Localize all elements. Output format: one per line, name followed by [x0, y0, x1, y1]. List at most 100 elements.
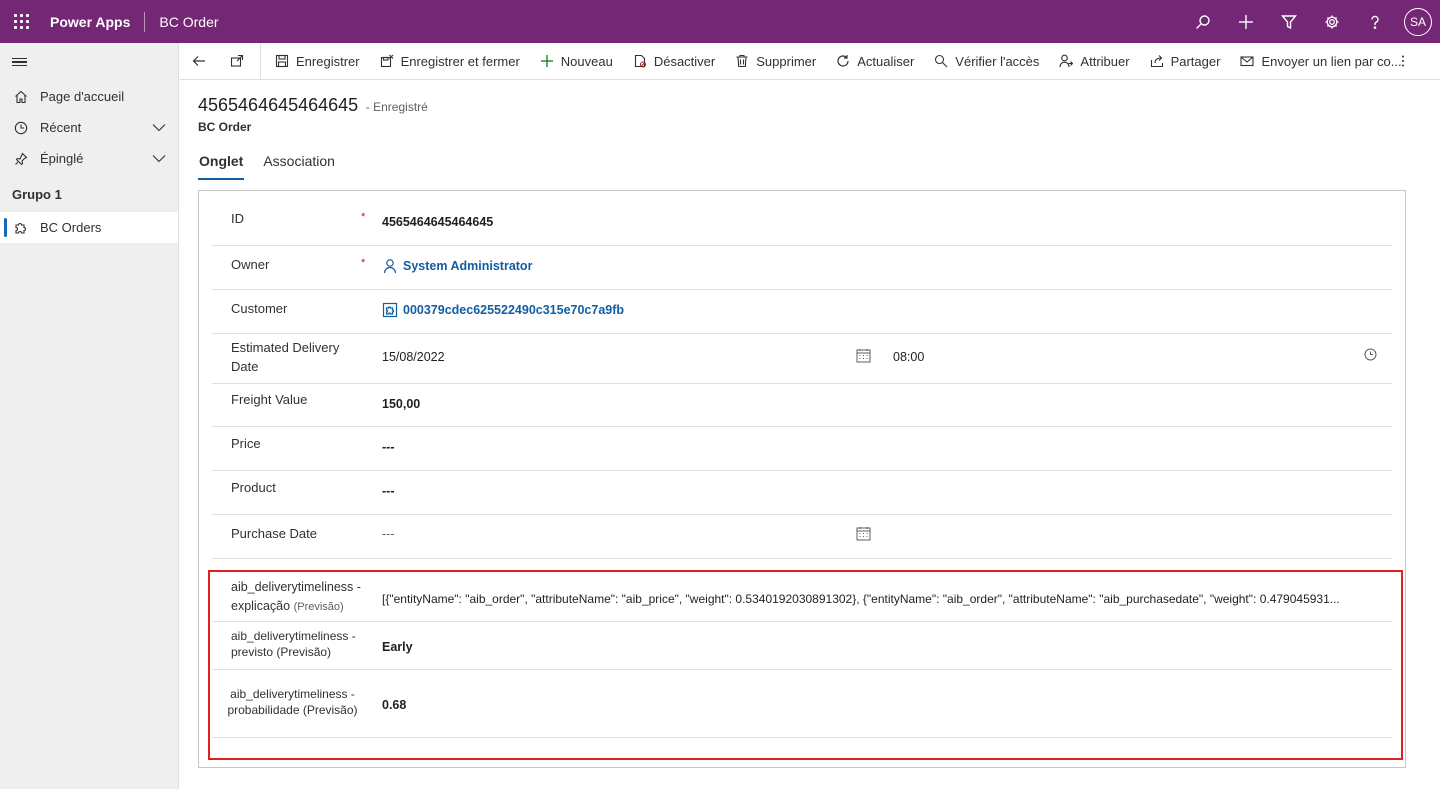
field-label-deliverytimeliness-probability: aib_deliverytimeliness - probabilidade (… — [227, 687, 358, 717]
field-value-id[interactable]: 4565464645464645 — [382, 215, 493, 229]
save-and-close-button[interactable]: Enregistrer et fermer — [370, 43, 530, 80]
help-icon[interactable] — [1353, 0, 1396, 43]
puzzle-icon — [12, 219, 30, 237]
record-save-status: - Enregistré — [365, 100, 428, 114]
sidebar-group-label: Grupo 1 — [12, 187, 62, 202]
field-row-deliverytimeliness-probability: aib_deliverytimeliness - probabilidade (… — [212, 670, 1392, 738]
user-avatar[interactable]: SA — [1404, 7, 1432, 36]
date-input-estimated-delivery[interactable]: 15/08/2022 — [382, 350, 445, 364]
delete-icon — [736, 54, 748, 68]
record-entity-name: BC Order — [198, 120, 252, 134]
chevron-down-icon[interactable] — [152, 120, 166, 134]
field-value-price[interactable]: --- — [382, 440, 395, 454]
tab-onglet[interactable]: Onglet — [198, 151, 245, 180]
check-access-button[interactable]: Vérifier l'accès — [924, 43, 1049, 80]
field-label-customer: Customer — [231, 301, 288, 316]
field-label-price: Price — [231, 436, 261, 451]
calendar-icon[interactable] — [856, 348, 871, 363]
command-bar: Enregistrer Enregistrer et fermer Nouvea… — [180, 42, 1440, 80]
field-value-deliverytimeliness-probability[interactable]: 0.68 — [382, 698, 406, 712]
hamburger-menu-icon[interactable] — [0, 43, 178, 81]
record-title: 4565464645464645 — [198, 95, 359, 115]
field-row-product: Product --- — [212, 471, 1392, 515]
tab-association[interactable]: Association — [262, 151, 336, 180]
date-input-purchase[interactable]: --- — [382, 527, 395, 541]
top-bar: Power Apps BC Order SA — [0, 0, 1440, 43]
command-separator — [260, 42, 261, 80]
app-entity-title: BC Order — [159, 13, 219, 30]
field-label-id: ID — [231, 211, 244, 226]
sidebar: Page d'accueil Récent Épinglé Grupo 1 BC… — [0, 43, 179, 789]
deactivate-button[interactable]: Désactiver — [623, 43, 725, 80]
field-row-deliverytimeliness-explanation: aib_deliverytimeliness - explicação (Pre… — [212, 572, 1392, 622]
field-label-deliverytimeliness-explanation: aib_deliverytimeliness - explicação (Pre… — [231, 580, 361, 613]
sidebar-item-recent[interactable]: Récent — [0, 112, 178, 143]
field-row-estimated-delivery-date: Estimated Delivery Date 15/08/2022 08:00 — [212, 334, 1392, 384]
record-header: 4565464645464645 - Enregistré BC Order — [198, 95, 428, 134]
refresh-icon — [837, 55, 849, 67]
user-icon — [383, 259, 397, 274]
assign-icon — [1059, 54, 1074, 68]
field-value-customer-link[interactable]: 000379cdec625522490c315e70c7a9fb — [382, 302, 624, 318]
field-row-customer: Customer 000379cdec625522490c315e70c7a9f… — [212, 290, 1392, 334]
save-button[interactable]: Enregistrer — [265, 43, 370, 80]
share-button[interactable]: Partager — [1140, 43, 1231, 80]
required-asterisk: * — [361, 257, 366, 269]
field-label-freight-value: Freight Value — [231, 392, 308, 407]
field-row-price: Price --- — [212, 427, 1392, 471]
refresh-button[interactable]: Actualiser — [826, 43, 924, 80]
entity-record-icon — [382, 302, 398, 318]
field-row-freight-value: Freight Value 150,00 — [212, 384, 1392, 427]
field-label-product: Product — [231, 480, 276, 495]
sidebar-item-bc-orders[interactable]: BC Orders — [0, 212, 178, 243]
add-icon[interactable] — [1224, 0, 1267, 43]
field-label-deliverytimeliness-predicted: aib_deliverytimeliness - previsto (Previ… — [231, 629, 356, 659]
save-close-icon — [380, 54, 393, 68]
clock-icon — [12, 119, 30, 137]
settings-gear-icon[interactable] — [1310, 0, 1353, 43]
app-launcher-icon[interactable] — [0, 0, 43, 43]
field-label-purchase-date: Purchase Date — [231, 526, 317, 541]
app-name[interactable]: Power Apps — [50, 14, 130, 30]
pin-icon — [12, 150, 30, 168]
sidebar-item-label: Récent — [40, 120, 82, 135]
delete-button[interactable]: Supprimer — [725, 43, 826, 80]
calendar-icon[interactable] — [856, 526, 871, 541]
search-icon[interactable] — [1181, 0, 1224, 43]
field-value-freight[interactable]: 150,00 — [382, 397, 420, 411]
assign-button[interactable]: Attribuer — [1049, 43, 1139, 80]
field-label-owner: Owner — [231, 257, 270, 272]
form-tabs: Onglet Association — [198, 151, 354, 180]
sidebar-item-pinned[interactable]: Épinglé — [0, 143, 178, 174]
field-value-deliverytimeliness-predicted[interactable]: Early — [382, 640, 413, 654]
field-row-owner: Owner * System Administrator — [212, 246, 1392, 290]
field-value-product[interactable]: --- — [382, 484, 395, 498]
form-section: ID * 4565464645464645 Owner * System Adm… — [198, 190, 1406, 768]
back-arrow-icon[interactable] — [180, 43, 218, 80]
home-icon — [12, 88, 30, 106]
filter-icon[interactable] — [1267, 0, 1310, 43]
save-icon — [275, 54, 289, 68]
field-label-estimated-delivery-date: Estimated Delivery Date — [231, 340, 340, 374]
time-input-estimated-delivery[interactable]: 08:00 — [893, 350, 924, 364]
required-asterisk: * — [361, 211, 366, 223]
more-commands-icon[interactable] — [1396, 54, 1410, 68]
sidebar-item-home[interactable]: Page d'accueil — [0, 81, 178, 112]
sidebar-item-label: Épinglé — [40, 151, 84, 166]
field-row-id: ID * 4565464645464645 — [212, 201, 1392, 246]
email-link-button[interactable]: Envoyer un lien par co... — [1230, 43, 1411, 80]
top-separator — [144, 11, 146, 32]
field-row-deliverytimeliness-predicted: aib_deliverytimeliness - previsto (Previ… — [212, 622, 1392, 670]
clock-icon[interactable] — [1364, 348, 1377, 361]
add-icon — [540, 55, 553, 67]
field-row-purchase-date: Purchase Date --- — [212, 515, 1392, 559]
open-in-new-window-icon[interactable] — [218, 43, 256, 80]
check-access-icon — [935, 54, 948, 68]
sidebar-item-label: BC Orders — [40, 220, 102, 235]
sidebar-item-label: Page d'accueil — [40, 89, 125, 104]
email-link-icon — [1240, 56, 1254, 67]
field-value-deliverytimeliness-explanation[interactable]: [{"entityName": "aib_order", "attributeN… — [382, 592, 1382, 606]
new-button[interactable]: Nouveau — [530, 43, 623, 80]
chevron-down-icon[interactable] — [152, 151, 166, 165]
field-value-owner-link[interactable]: System Administrator — [382, 258, 532, 274]
